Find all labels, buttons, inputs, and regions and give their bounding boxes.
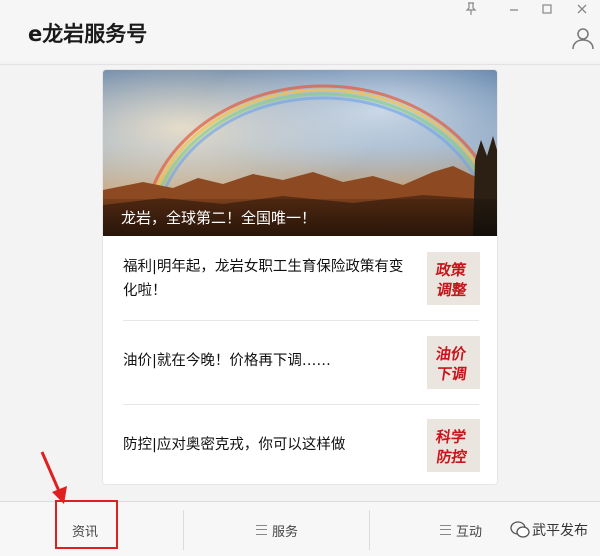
wechat-icon: [510, 521, 530, 538]
app-window: e龙岩服务号 龙岩，全球第二！全国唯一！ 福利|明年起，龙岩女职工生育保险政策有…: [0, 0, 600, 556]
annotation-arrow: [40, 451, 67, 504]
watermark: 武平发布: [510, 515, 598, 545]
watermark-text: 武平发布: [532, 523, 588, 539]
